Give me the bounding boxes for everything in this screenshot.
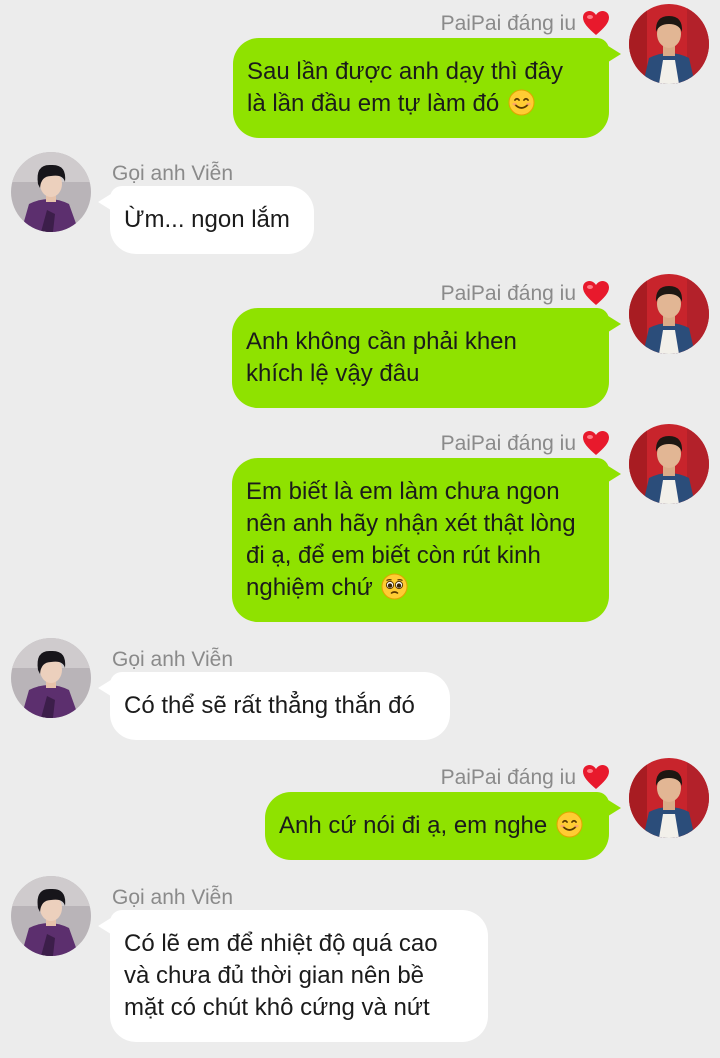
message-text: Sau lần được anh dạy thì đây	[247, 58, 564, 85]
message-bubble[interactable]: Có lẽ em để nhiệt độ quá cao và chưa đủ t…	[98, 910, 488, 1042]
message-bubble[interactable]: Có thể sẽ rất thẳng thắn đó	[98, 672, 450, 740]
message-text: nghiệm chứ	[246, 572, 587, 604]
message-text: Anh cứ nói đi ạ, em nghe	[279, 810, 587, 842]
sender-name: PaiPai đáng iu	[440, 432, 576, 455]
my-avatar[interactable]	[629, 758, 709, 838]
message-text: nên anh hãy nhận xét thật lòng	[246, 510, 576, 537]
my-avatar[interactable]	[629, 424, 709, 504]
message-text: Có thể sẽ rất thẳng thắn đó	[124, 692, 415, 719]
message-bubble[interactable]: Sau lần được anh dạy thì đây là lần đầu e…	[233, 38, 621, 138]
message-text: Em biết là em làm chưa ngon	[246, 478, 560, 505]
message-text: Anh không cần phải khen	[246, 328, 517, 355]
my-avatar[interactable]	[629, 274, 709, 354]
heart-icon	[582, 10, 610, 36]
message-text: mặt có chút khô cứng và nứt	[124, 994, 430, 1021]
message-text: và chưa đủ thời gian nên bề	[124, 962, 425, 989]
sender-name: Gọi anh Viễn	[112, 162, 234, 185]
heart-icon	[582, 764, 610, 790]
bubble-tail	[605, 314, 621, 334]
heart-icon	[582, 280, 610, 306]
contact-avatar[interactable]	[11, 876, 91, 956]
sender-name: Gọi anh Viễn	[112, 648, 234, 671]
message-text: Ừm... ngon lắm	[124, 206, 290, 233]
chat-conversation: PaiPai đáng iu Sau lần được anh dạy thì đ…	[0, 0, 720, 1058]
sender-name: PaiPai đáng iu	[440, 282, 576, 305]
message-text: khích lệ vậy đâu	[246, 360, 420, 387]
heart-icon	[582, 430, 610, 456]
bubble-tail	[605, 464, 621, 484]
message-text: là lần đầu em tự làm đó	[247, 88, 587, 120]
message-text: đi ạ, để em biết còn rút kinh	[246, 542, 541, 569]
message-bubble[interactable]: Anh không cần phải khen khích lệ vậy đâu	[232, 308, 621, 408]
my-avatar[interactable]	[629, 4, 709, 84]
bubble-tail	[605, 44, 621, 64]
contact-avatar[interactable]	[11, 638, 91, 718]
message-bubble[interactable]: Ừm... ngon lắm	[98, 186, 314, 254]
sender-name: PaiPai đáng iu	[440, 12, 576, 35]
message-bubble[interactable]: Anh cứ nói đi ạ, em nghe	[265, 792, 621, 860]
bubble-tail	[98, 678, 114, 698]
smiling-face-icon	[508, 89, 535, 116]
bubble-tail	[98, 192, 114, 212]
sender-name: Gọi anh Viễn	[112, 886, 234, 909]
smiling-face-icon	[556, 811, 583, 838]
bubble-tail	[98, 916, 114, 936]
bubble-tail	[605, 798, 621, 818]
message-text: Có lẽ em để nhiệt độ quá cao	[124, 930, 438, 957]
contact-avatar[interactable]	[11, 152, 91, 232]
pleading-face-icon	[381, 573, 408, 600]
sender-name: PaiPai đáng iu	[440, 766, 576, 789]
message-bubble[interactable]: Em biết là em làm chưa ngon nên anh hãy n…	[232, 458, 621, 622]
